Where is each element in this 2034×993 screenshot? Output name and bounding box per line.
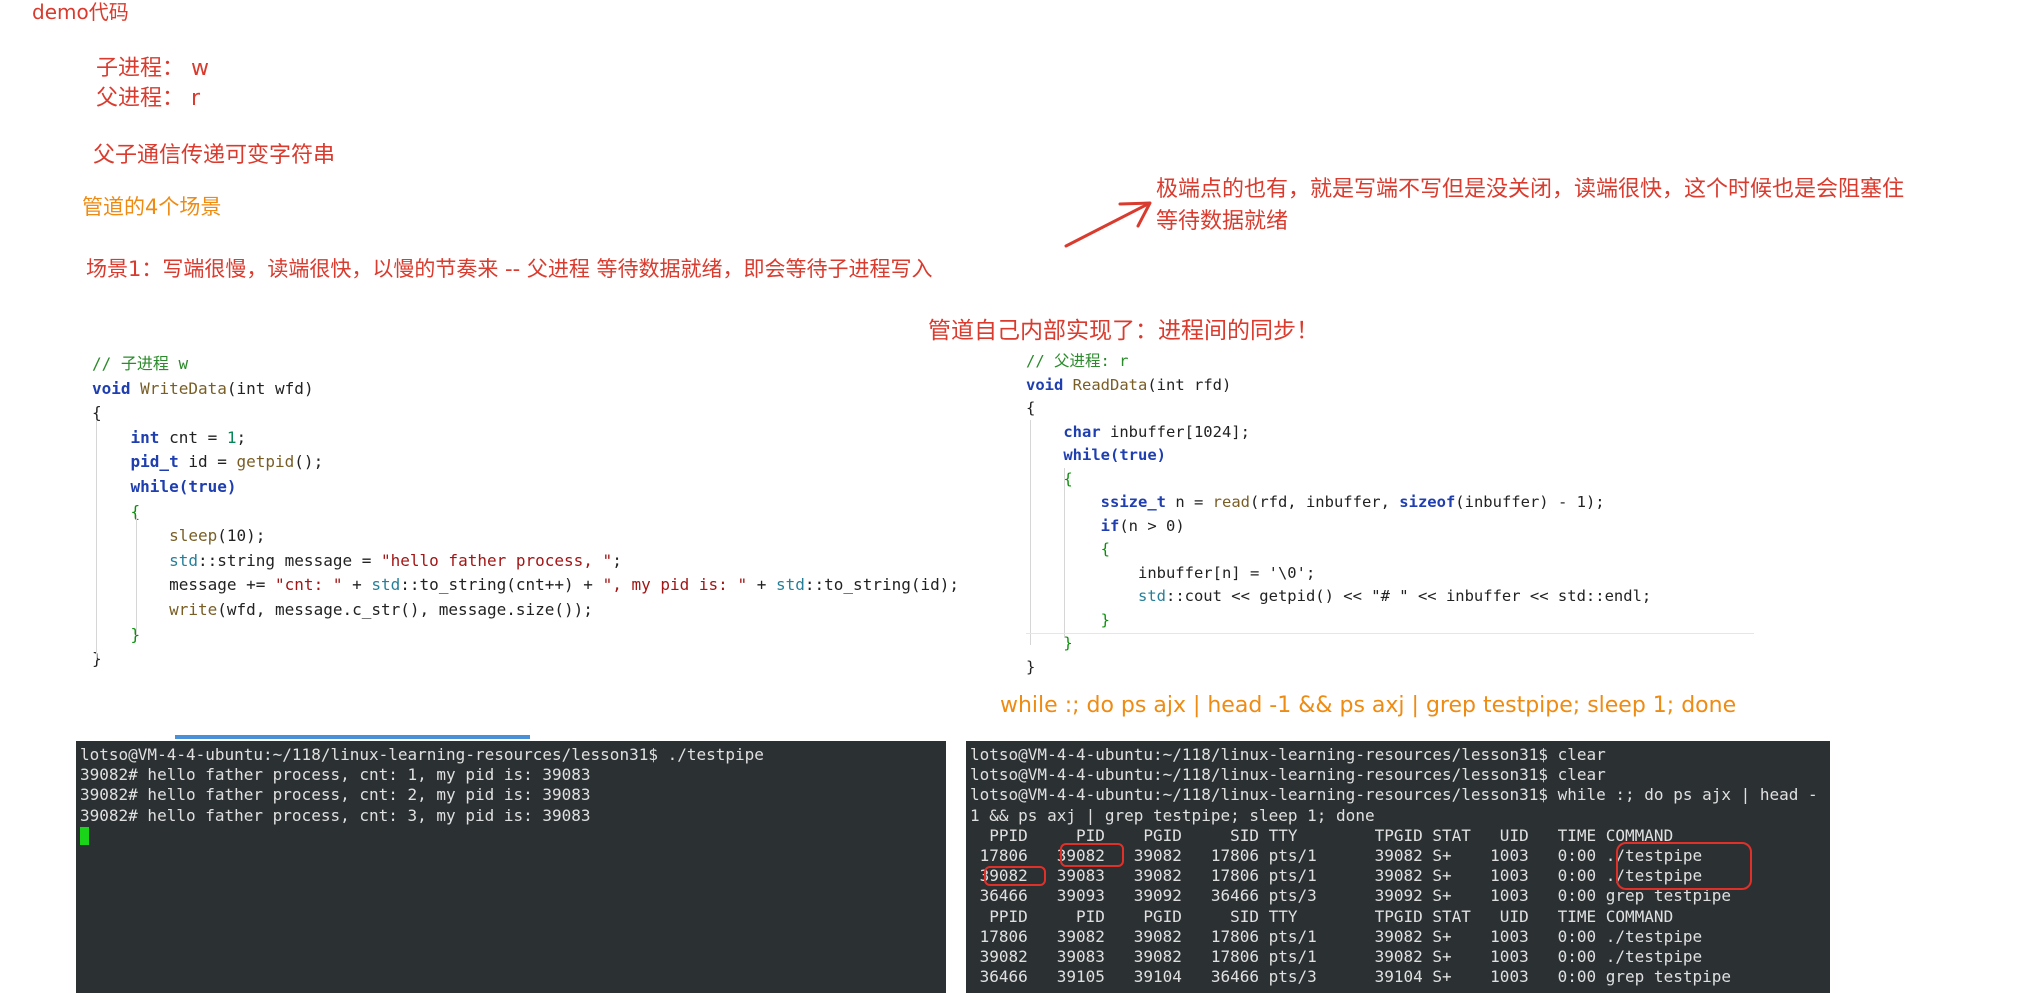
code-text: message += xyxy=(169,575,276,595)
sync-note: 管道自己内部实现了：进程间的同步！ xyxy=(928,318,1319,344)
indent-guide xyxy=(96,420,97,660)
code-text: (wfd, message.c_str(), message.size()); xyxy=(217,599,593,619)
keyword: while xyxy=(130,476,179,496)
terminal-line: lotso@VM-4-4-ubuntu:~/118/linux-learning… xyxy=(970,765,1606,785)
ppid-highlight-box xyxy=(984,866,1046,886)
write-data-code: // 子进程 w void WriteData(int wfd) { int c… xyxy=(92,352,1012,672)
function-name: sleep xyxy=(169,526,218,546)
namespace: std xyxy=(169,550,198,570)
terminal-line: 36466 39105 39104 36466 pts/3 39104 S+ 1… xyxy=(970,967,1731,987)
brace: { xyxy=(1100,540,1110,558)
while-command-note: while :; do ps ajx | head -1 && ps axj |… xyxy=(1000,693,1737,718)
code-text: inbuffer[1024]; xyxy=(1100,422,1250,441)
terminal-line: 39082# hello father process, cnt: 3, my … xyxy=(80,805,591,825)
terminal-line: 39082# hello father process, cnt: 2, my … xyxy=(80,785,591,805)
scenario1-note: 场景1：写端很慢，读端很快，以慢的节奏来 -- 父进程 等待数据就绪，即会等待子… xyxy=(86,257,933,281)
code-separator xyxy=(1026,633,1754,634)
code-text: ::string message = xyxy=(197,550,381,570)
code-text: inbuffer[n] = '\0'; xyxy=(1137,563,1316,582)
code-text: (n > 0) xyxy=(1119,516,1185,535)
code-text: ; xyxy=(612,550,622,570)
keyword: ssize_t xyxy=(1100,493,1166,511)
demo-title: demo代码 xyxy=(32,0,129,24)
child-process-note: 子进程： w xyxy=(96,56,209,81)
terminal-tab-indicator xyxy=(175,735,530,739)
params: (int rfd) xyxy=(1147,375,1232,394)
code-text: (); xyxy=(294,452,324,472)
testpipe-highlight-box xyxy=(1616,842,1752,890)
namespace: std xyxy=(371,575,401,595)
terminal-line: 17806 39082 39082 17806 pts/1 39082 S+ 1… xyxy=(970,926,1703,946)
code-text: (10); xyxy=(217,526,266,546)
extreme-note-line1: 极端点的也有，就是写端不写但是没关闭，读端很快，这个时候也是会阻塞住 xyxy=(1156,177,1905,202)
terminal-line: 39082 39083 39082 17806 pts/1 39082 S+ 1… xyxy=(970,946,1703,966)
pipe-scenarios-heading: 管道的4个场景 xyxy=(82,195,222,219)
brace: { xyxy=(1026,399,1036,417)
code-text: (rfd, inbuffer, xyxy=(1249,493,1400,511)
code-text: cnt = xyxy=(159,427,227,447)
code-text: + xyxy=(747,575,776,595)
keyword: void xyxy=(92,378,131,398)
terminal-line: lotso@VM-4-4-ubuntu:~/118/linux-learning… xyxy=(970,785,1818,805)
brace: } xyxy=(1026,657,1036,676)
function-name: ReadData xyxy=(1072,375,1148,394)
params: (int wfd) xyxy=(226,378,314,398)
terminal-line: lotso@VM-4-4-ubuntu:~/118/linux-learning… xyxy=(970,745,1606,764)
indent-guide xyxy=(136,515,137,635)
keyword: char xyxy=(1063,422,1101,441)
terminal-line: lotso@VM-4-4-ubuntu:~/118/linux-learning… xyxy=(80,745,764,764)
string-literal: "cnt: " xyxy=(275,575,343,595)
keyword: void xyxy=(1026,375,1064,394)
terminal-line: PPID PID PGID SID TTY TPGID STAT UID TIM… xyxy=(970,906,1674,926)
keyword: while xyxy=(1063,446,1110,464)
function-name: read xyxy=(1212,493,1250,511)
namespace: std xyxy=(1137,587,1166,605)
indent-guide xyxy=(1030,420,1031,645)
code-text: + xyxy=(342,575,372,595)
keyword: if xyxy=(1100,516,1120,535)
parent-child-comm-note: 父子通信传递可变字符串 xyxy=(93,143,336,168)
code-text: ::to_string(id); xyxy=(804,575,960,595)
brace: } xyxy=(1100,610,1110,629)
code-comment: // 子进程 w xyxy=(92,354,189,373)
code-text: ::to_string(cnt++) + xyxy=(400,575,603,595)
keyword: (true) xyxy=(178,476,237,496)
terminal-left[interactable]: lotso@VM-4-4-ubuntu:~/118/linux-learning… xyxy=(76,741,946,993)
keyword: pid_t xyxy=(130,452,179,472)
read-data-code: // 父进程: r void ReadData(int rfd) { char … xyxy=(1026,350,1756,679)
keyword: sizeof xyxy=(1399,493,1456,511)
namespace: std xyxy=(775,575,805,595)
number: 1 xyxy=(226,427,237,447)
string-literal: ", my pid is: " xyxy=(602,575,748,595)
parent-process-note: 父进程： r xyxy=(96,86,201,111)
extreme-note-line2: 等待数据就绪 xyxy=(1156,209,1289,234)
terminal-line: 39082# hello father process, cnt: 1, my … xyxy=(80,765,591,785)
code-text: id = xyxy=(178,452,237,472)
string-literal: "hello father process, " xyxy=(381,550,613,570)
red-arrow-icon xyxy=(1064,201,1152,248)
function-name: getpid xyxy=(236,452,295,472)
code-text: (inbuffer) - 1); xyxy=(1455,493,1605,511)
pid-highlight-box xyxy=(1060,843,1124,867)
keyword: int xyxy=(130,427,160,447)
keyword: (true) xyxy=(1110,446,1166,464)
terminal-cursor xyxy=(80,827,89,846)
indent-guide xyxy=(1064,468,1065,638)
code-text: ; xyxy=(236,427,247,447)
function-name: write xyxy=(169,599,218,619)
function-name: WriteData xyxy=(140,378,227,398)
code-comment: // 父进程: r xyxy=(1026,352,1129,370)
code-text: n = xyxy=(1165,493,1213,511)
code-text: ::cout << getpid() << "# " << inbuffer <… xyxy=(1165,587,1652,605)
terminal-line: 1 && ps axj | grep testpipe; sleep 1; do… xyxy=(970,805,1375,825)
